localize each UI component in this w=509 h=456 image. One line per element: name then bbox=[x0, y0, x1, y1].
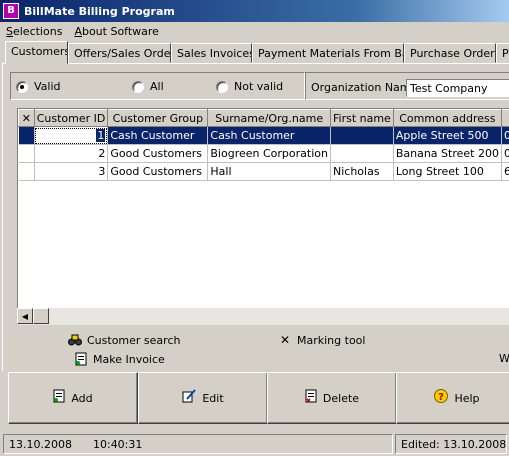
tab-purchase-orders[interactable]: Purchase Orders bbox=[404, 43, 496, 63]
cell-customer-id: 1 bbox=[34, 126, 109, 145]
invoice-document-icon bbox=[74, 352, 88, 366]
cell-first-name: Nicholas bbox=[330, 162, 394, 181]
row-indicator bbox=[18, 126, 35, 145]
table-row[interactable]: 1 Cash Customer Cash Customer Apple Stre… bbox=[18, 126, 509, 145]
help-question-icon: ? bbox=[434, 389, 449, 407]
radio-not-valid-indicator bbox=[216, 80, 228, 93]
radio-valid[interactable]: Valid bbox=[16, 80, 61, 93]
status-edited: Edited: 13.10.2008 bbox=[401, 438, 507, 451]
table-row[interactable]: 2 Good Customers Biogreen Corporation Ba… bbox=[18, 144, 509, 163]
cell-surname: Biogreen Corporation bbox=[207, 144, 331, 163]
cell-customer-id: 3 bbox=[34, 162, 109, 181]
cell-surname: Cash Customer bbox=[207, 126, 331, 145]
cell-customer-id: 2 bbox=[34, 144, 109, 163]
help-button[interactable]: ? Help bbox=[396, 372, 509, 424]
organization-label: Organization Name: bbox=[311, 81, 421, 94]
customer-search-label: Customer search bbox=[87, 333, 181, 347]
radio-valid-label: Valid bbox=[34, 80, 61, 93]
menu-about-software[interactable]: About Software bbox=[68, 25, 165, 38]
cell-surname: Hall bbox=[207, 162, 331, 181]
organization-box: Organization Name: Test Company bbox=[305, 72, 509, 100]
delete-button[interactable]: Delete bbox=[267, 372, 397, 424]
title-bar[interactable]: B BillMate Billing Program bbox=[0, 0, 509, 22]
help-button-label: Help bbox=[454, 391, 480, 405]
edit-button[interactable]: Edit bbox=[138, 372, 268, 424]
add-button[interactable]: Add bbox=[8, 372, 138, 424]
tab-customers[interactable]: Customers bbox=[5, 41, 68, 64]
tab-sales-invoices[interactable]: Sales Invoices bbox=[171, 43, 252, 63]
table-row[interactable]: 3 Good Customers Hall Nicholas Long Stre… bbox=[18, 162, 509, 181]
col-surname[interactable]: Surname/Org.name bbox=[207, 109, 331, 127]
cell-customer-group: Cash Customer bbox=[107, 126, 209, 145]
validity-filter: Valid All Not valid bbox=[10, 72, 305, 100]
cell-extra: 0 bbox=[501, 144, 509, 163]
status-time: 10:40:31 bbox=[92, 438, 143, 451]
col-common-address[interactable]: Common address bbox=[392, 109, 502, 127]
clipped-action-text: W bbox=[499, 352, 509, 365]
edit-button-label: Edit bbox=[202, 391, 224, 405]
radio-all-indicator bbox=[132, 80, 144, 93]
add-button-label: Add bbox=[71, 391, 93, 405]
grid-header: ✕ Customer ID Customer Group Surname/Org… bbox=[18, 109, 509, 127]
window-title: BillMate Billing Program bbox=[24, 4, 175, 18]
cell-first-name bbox=[330, 126, 394, 145]
binoculars-icon bbox=[68, 333, 82, 347]
cell-customer-group: Good Customers bbox=[107, 144, 209, 163]
cross-mark-icon: ✕ bbox=[279, 333, 291, 347]
tab-offers-sales-orders[interactable]: Offers/Sales Orders bbox=[68, 43, 171, 63]
make-invoice-link[interactable]: Make Invoice bbox=[74, 352, 165, 366]
col-clipped[interactable] bbox=[500, 109, 509, 127]
tab-clipped[interactable]: P bbox=[496, 43, 509, 63]
make-invoice-label: Make Invoice bbox=[93, 352, 165, 366]
customers-grid: ✕ Customer ID Customer Group Surname/Org… bbox=[17, 108, 509, 325]
radio-all[interactable]: All bbox=[132, 80, 164, 93]
main-tabs: Customers Offers/Sales Orders Sales Invo… bbox=[0, 41, 509, 64]
radio-valid-indicator bbox=[16, 80, 28, 93]
delete-button-label: Delete bbox=[322, 391, 360, 405]
status-datetime-panel: 13.10.2008 10:40:31 bbox=[3, 434, 393, 454]
cell-common-address: Banana Street 200 bbox=[393, 144, 502, 163]
status-edited-panel: Edited: 13.10.2008 bbox=[395, 434, 507, 454]
menu-bar: Selections About Software bbox=[0, 22, 509, 40]
cell-extra: 6 bbox=[501, 162, 509, 181]
cell-first-name bbox=[330, 144, 394, 163]
status-date: 13.10.2008 bbox=[9, 438, 72, 451]
cell-customer-group: Good Customers bbox=[107, 162, 209, 181]
row-indicator bbox=[18, 162, 35, 181]
radio-not-valid[interactable]: Not valid bbox=[216, 80, 283, 93]
status-bar: 13.10.2008 10:40:31 Edited: 13.10.2008 bbox=[0, 431, 509, 456]
edit-pencil-icon bbox=[182, 389, 197, 407]
row-indicator bbox=[18, 144, 35, 163]
customer-search-link[interactable]: Customer search bbox=[68, 333, 180, 347]
button-bar: Add Edit Delete ? Help bbox=[8, 372, 509, 424]
col-customer-id[interactable]: Customer ID bbox=[33, 109, 109, 127]
svg-text:?: ? bbox=[439, 392, 445, 403]
scroll-left-icon[interactable]: ◀ bbox=[17, 308, 33, 324]
marking-tool-link[interactable]: ✕ Marking tool bbox=[278, 333, 366, 347]
billmate-window: B BillMate Billing Program Selections Ab… bbox=[0, 0, 509, 456]
cell-common-address: Long Street 100 bbox=[393, 162, 502, 181]
radio-all-label: All bbox=[150, 80, 164, 93]
organization-name-input[interactable]: Test Company bbox=[406, 79, 509, 97]
delete-document-icon bbox=[305, 389, 317, 407]
col-first-name[interactable]: First name bbox=[329, 109, 394, 127]
cell-extra: 0 bbox=[501, 126, 509, 145]
horizontal-scrollbar[interactable]: ◀ bbox=[17, 308, 509, 325]
menu-selections[interactable]: Selections bbox=[0, 25, 68, 38]
col-customer-group[interactable]: Customer Group bbox=[107, 109, 209, 127]
close-x-icon[interactable]: ✕ bbox=[18, 109, 35, 127]
marking-tool-label: Marking tool bbox=[297, 333, 366, 347]
add-document-icon bbox=[53, 389, 65, 407]
app-logo-icon: B bbox=[3, 3, 19, 19]
radio-not-valid-label: Not valid bbox=[234, 80, 284, 93]
scroll-thumb[interactable] bbox=[33, 308, 49, 324]
tab-payment-materials[interactable]: Payment Materials From Bank bbox=[252, 43, 404, 63]
cell-common-address: Apple Street 500 bbox=[393, 126, 502, 145]
clipped-action-label: W bbox=[499, 352, 509, 365]
